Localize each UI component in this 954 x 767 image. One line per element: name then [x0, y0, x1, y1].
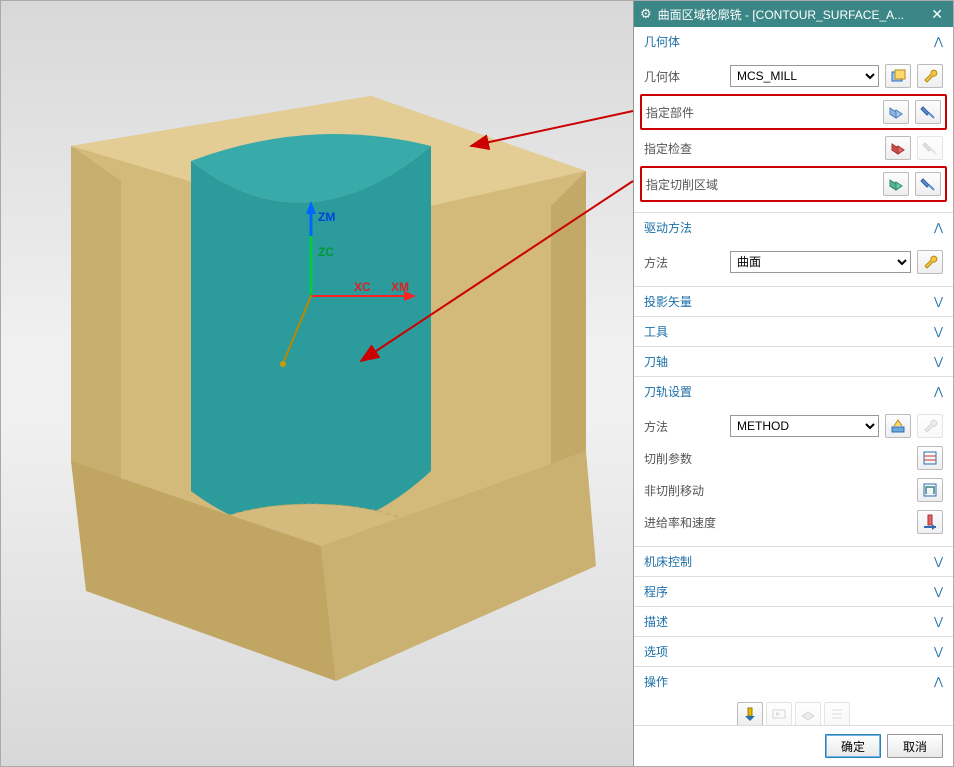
verify-icon [795, 702, 821, 725]
noncut-moves-label: 非切削移动 [644, 482, 911, 499]
drive-method-select[interactable]: 曲面 [730, 251, 911, 273]
chevron-up-icon [934, 221, 943, 234]
chevron-down-icon [934, 295, 943, 308]
part-select-icon[interactable] [883, 100, 909, 124]
close-icon[interactable]: ✕ [927, 6, 947, 23]
wrench-icon[interactable] [917, 250, 943, 274]
section-drive-header[interactable]: 驱动方法 [634, 213, 953, 242]
flashlight-icon-disabled [917, 136, 943, 160]
callout-arrow-1 [1, 1, 635, 767]
feed-speed-icon[interactable] [917, 510, 943, 534]
feed-speed-label: 进给率和速度 [644, 514, 911, 531]
cut-area-select-icon[interactable] [883, 172, 909, 196]
chevron-down-icon [934, 355, 943, 368]
gear-icon: ⚙ [640, 6, 652, 22]
check-select-icon[interactable] [885, 136, 911, 160]
toolpath-method-label: 方法 [644, 418, 724, 435]
list-icon [824, 702, 850, 725]
chevron-down-icon [934, 615, 943, 628]
flashlight-icon[interactable] [915, 172, 941, 196]
chevron-down-icon [934, 325, 943, 338]
specify-cut-area-label: 指定切削区域 [646, 176, 877, 193]
specify-part-label: 指定部件 [646, 104, 877, 121]
cut-params-icon[interactable] [917, 446, 943, 470]
noncut-moves-icon[interactable] [917, 478, 943, 502]
dialog-panel: ⚙ 曲面区域轮廓铣 - [CONTOUR_SURFACE_A... ✕ 几何体 … [633, 1, 953, 766]
geometry-body-select[interactable]: MCS_MILL [730, 65, 879, 87]
section-toolpath-header[interactable]: 刀轨设置 [634, 377, 953, 406]
chevron-up-icon [934, 675, 943, 688]
wrench-icon[interactable] [917, 64, 943, 88]
ok-button[interactable]: 确定 [825, 734, 881, 758]
method-inherit-icon[interactable] [885, 414, 911, 438]
section-geometry-header[interactable]: 几何体 [634, 27, 953, 56]
section-projection-header[interactable]: 投影矢量 [634, 287, 953, 316]
toolpath-method-select[interactable]: METHOD [730, 415, 879, 437]
cancel-button[interactable]: 取消 [887, 734, 943, 758]
generate-icon[interactable] [737, 702, 763, 725]
viewport-3d[interactable]: ZM ZC XC XM [1, 1, 633, 766]
section-program-header[interactable]: 程序 [634, 577, 953, 606]
chevron-down-icon [934, 645, 943, 658]
flashlight-icon[interactable] [915, 100, 941, 124]
chevron-up-icon [934, 35, 943, 48]
section-actions-header[interactable]: 操作 [634, 667, 953, 696]
cut-params-label: 切削参数 [644, 450, 911, 467]
wrench-icon-disabled [917, 414, 943, 438]
dialog-titlebar: ⚙ 曲面区域轮廓铣 - [CONTOUR_SURFACE_A... ✕ [634, 1, 953, 27]
section-description-header[interactable]: 描述 [634, 607, 953, 636]
geometry-body-label: 几何体 [644, 68, 724, 85]
chevron-down-icon [934, 555, 943, 568]
section-tool-axis-header[interactable]: 刀轴 [634, 347, 953, 376]
specify-check-label: 指定检查 [644, 140, 879, 157]
replay-icon [766, 702, 792, 725]
dialog-title: 曲面区域轮廓铣 - [CONTOUR_SURFACE_A... [658, 6, 922, 23]
drive-method-label: 方法 [644, 254, 724, 271]
section-tool-header[interactable]: 工具 [634, 317, 953, 346]
geometry-new-icon[interactable] [885, 64, 911, 88]
chevron-down-icon [934, 585, 943, 598]
chevron-up-icon [934, 385, 943, 398]
section-options-header[interactable]: 选项 [634, 637, 953, 666]
section-machine-control-header[interactable]: 机床控制 [634, 547, 953, 576]
